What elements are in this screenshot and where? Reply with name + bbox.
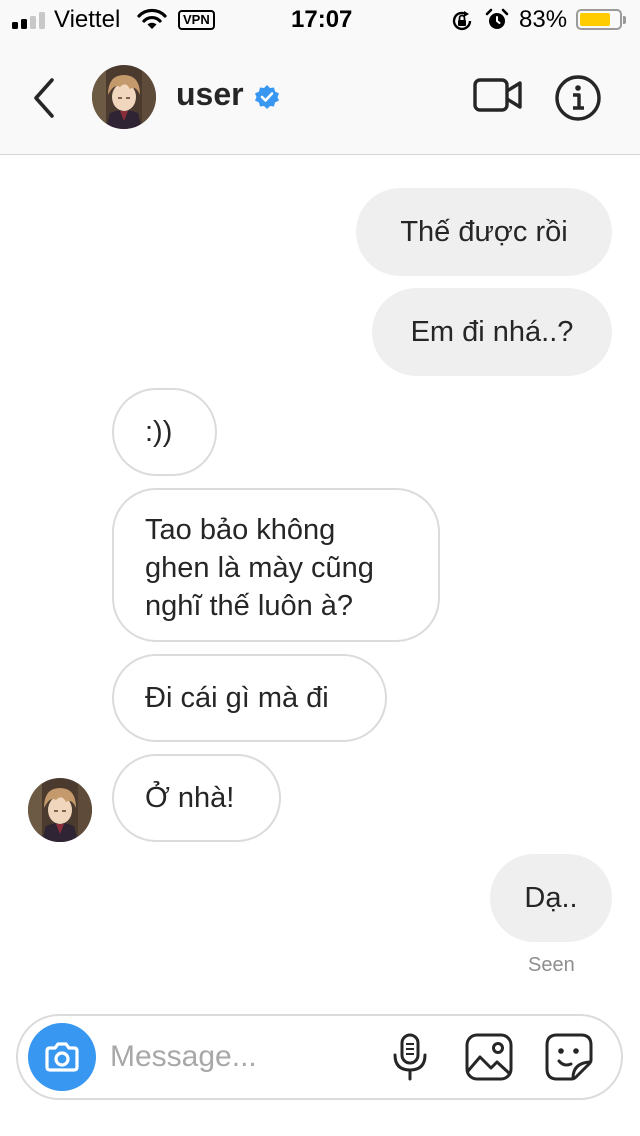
message-line: Tao bảo không <box>145 514 336 546</box>
message-incoming[interactable]: :)) <box>112 388 217 476</box>
camera-button[interactable] <box>28 1023 96 1091</box>
cellular-signal-icon <box>12 12 46 29</box>
vpn-badge: VPN <box>178 10 215 30</box>
carrier-name: Viettel <box>54 6 121 33</box>
message-outgoing[interactable]: Dạ.. <box>490 854 612 942</box>
message-incoming[interactable]: Đi cái gì mà đi <box>112 654 387 742</box>
chat-header: user <box>0 40 640 155</box>
video-call-icon[interactable] <box>472 76 524 116</box>
camera-icon <box>45 1042 79 1072</box>
battery-level-fill <box>580 13 610 26</box>
wifi-icon <box>137 8 167 29</box>
message-line: ghen là mày cũng <box>145 552 374 584</box>
chat-username[interactable]: user <box>176 76 244 113</box>
message-outgoing[interactable]: Thế được rồi <box>356 188 612 276</box>
status-time: 17:07 <box>291 6 353 33</box>
rotation-lock-icon <box>452 11 472 31</box>
microphone-icon[interactable] <box>390 1032 430 1082</box>
info-icon[interactable] <box>554 74 602 122</box>
header-avatar[interactable] <box>92 65 156 129</box>
message-outgoing[interactable]: Em đi nhá..? <box>372 288 612 376</box>
seen-status: Seen <box>528 954 575 976</box>
message-line: nghĩ thế luôn à? <box>145 590 354 622</box>
battery-percent: 83% <box>519 6 568 33</box>
back-chevron-icon[interactable] <box>28 76 62 120</box>
sender-avatar[interactable] <box>28 778 92 842</box>
sticker-icon[interactable] <box>544 1032 594 1082</box>
message-incoming[interactable]: Ở nhà! <box>112 754 281 842</box>
alarm-icon <box>485 8 509 29</box>
battery-icon <box>576 9 626 30</box>
message-composer <box>16 1014 623 1100</box>
message-input[interactable] <box>108 1026 372 1088</box>
status-bar: Viettel VPN 17:07 83% <box>0 0 640 40</box>
gallery-icon[interactable] <box>464 1032 514 1082</box>
verified-badge-icon <box>255 85 279 109</box>
message-incoming[interactable]: Tao bảo không ghen là mày cũng nghĩ thế … <box>112 488 440 642</box>
